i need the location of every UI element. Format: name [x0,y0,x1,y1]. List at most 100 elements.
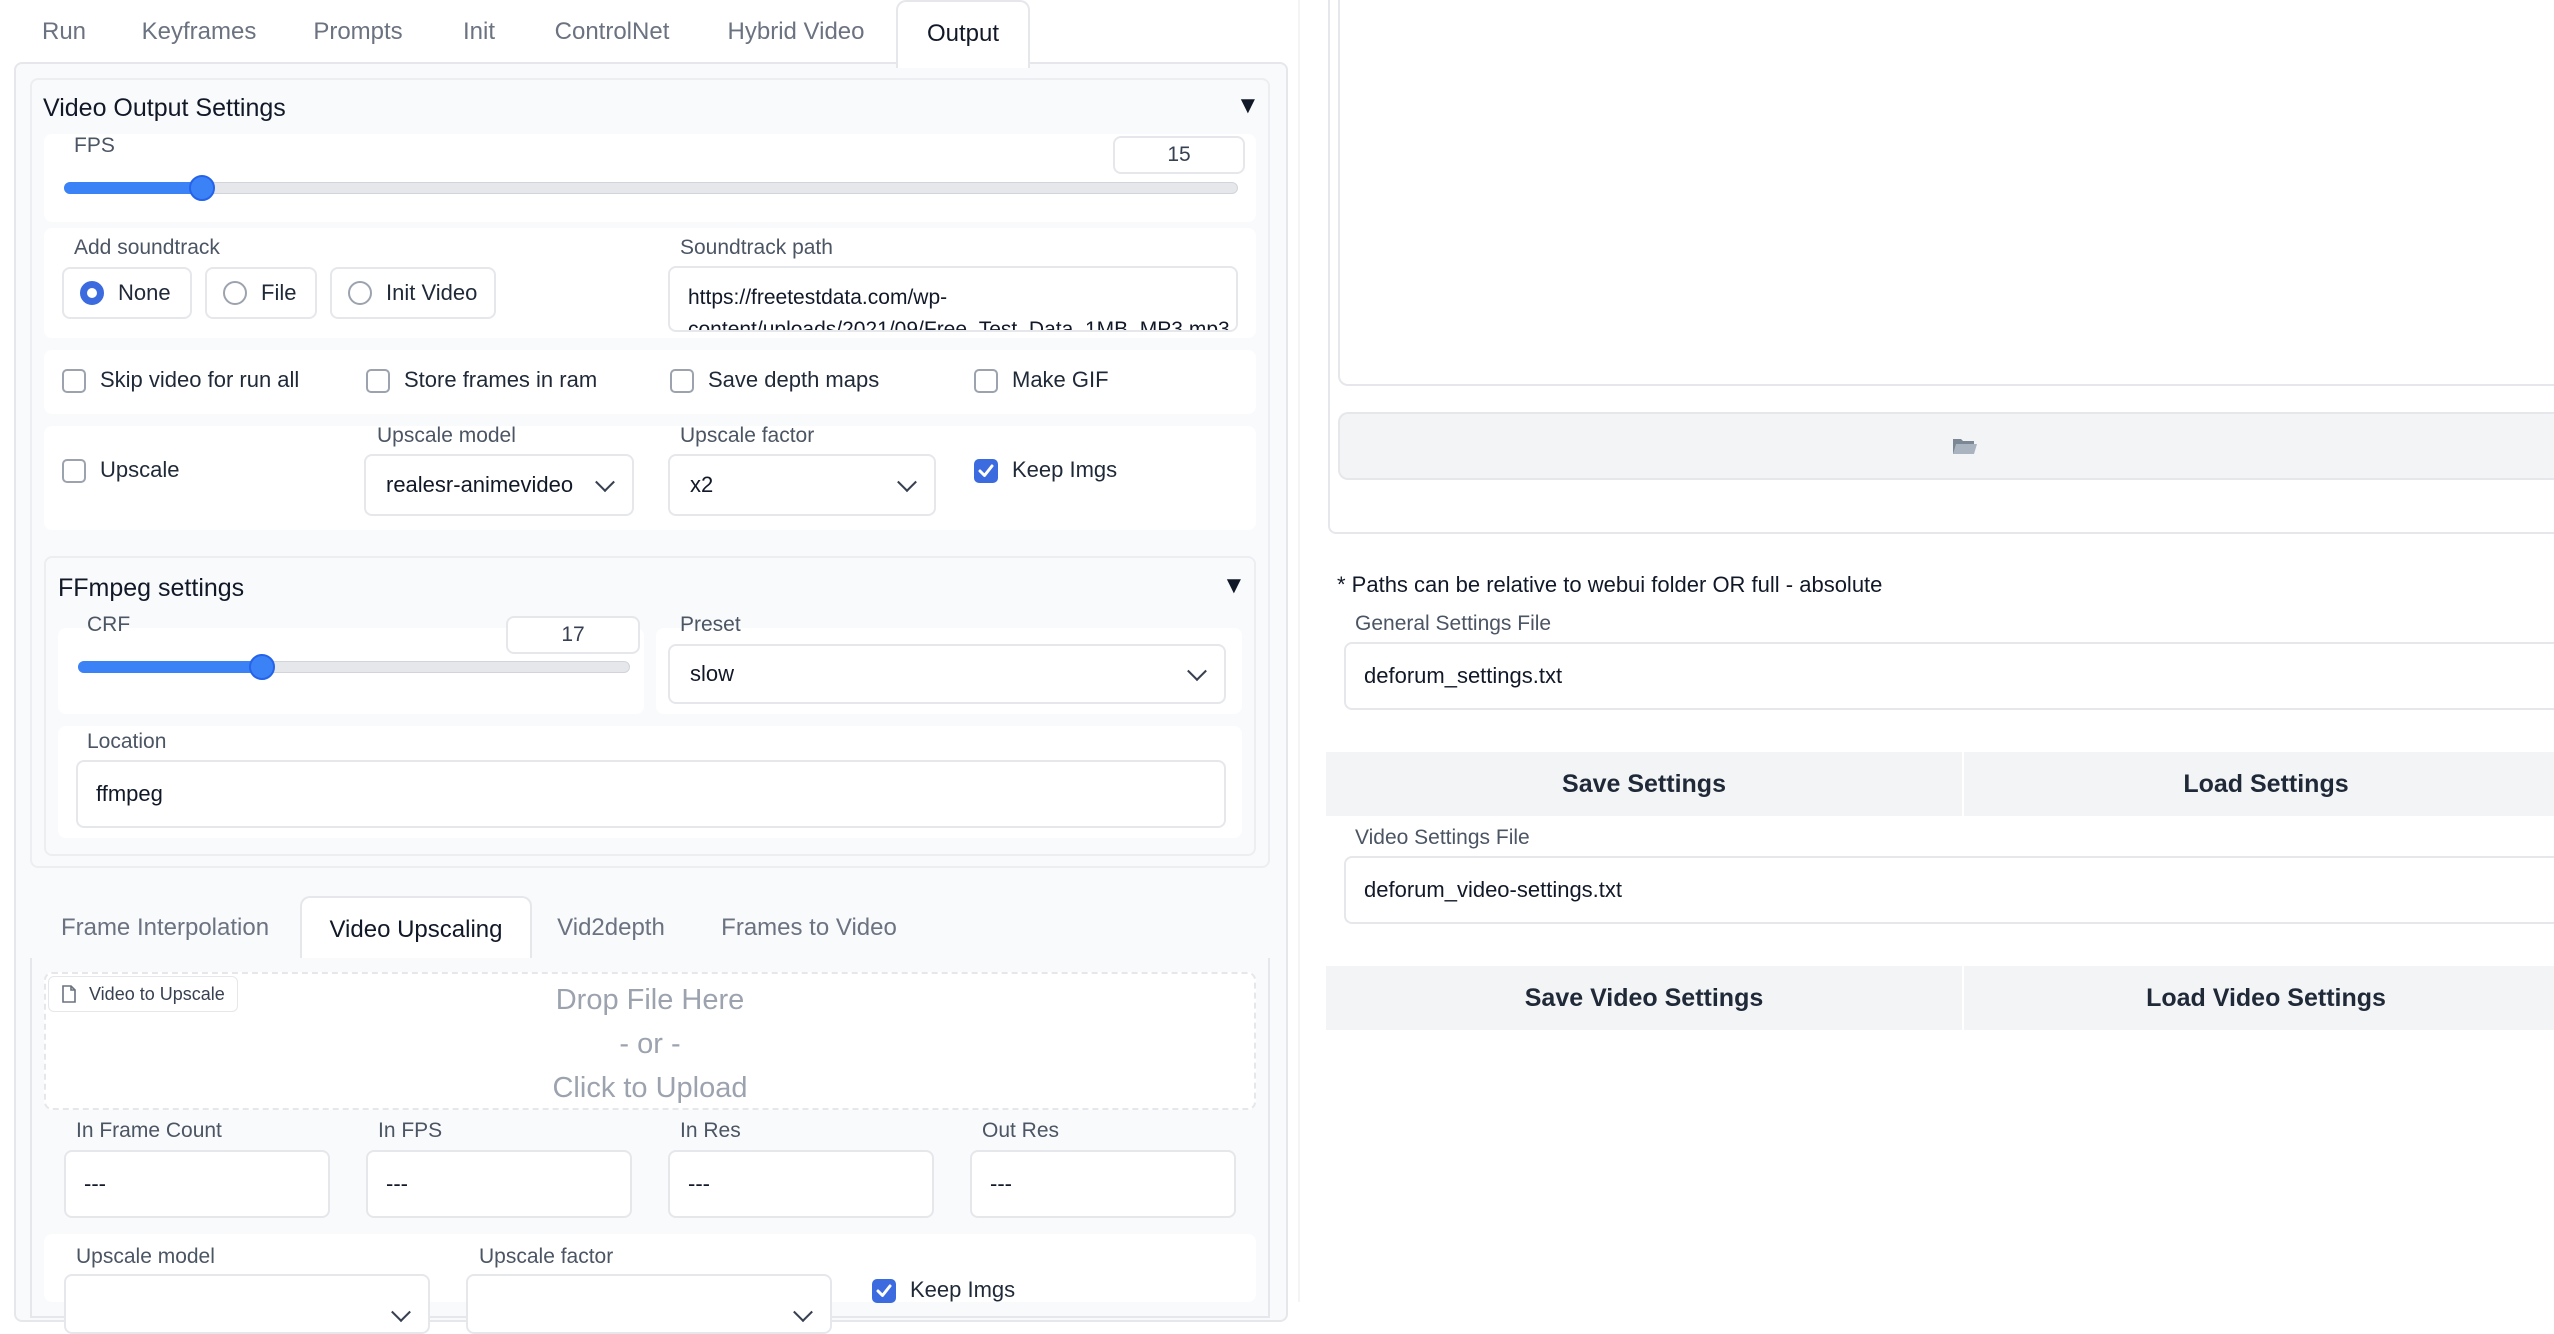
soundtrack-path-line1: https://freetestdata.com/wp- [688,286,948,309]
soundtrack-option-none[interactable]: None [62,267,192,319]
in-frame-count-label: In Frame Count [76,1119,222,1142]
check-icon [876,1284,892,1297]
fps-slider-thumb[interactable] [189,175,216,201]
radio-init-video-icon [348,281,372,305]
fps-card [44,134,1256,222]
tab-output[interactable]: Output [896,0,1030,68]
crf-number-input[interactable]: 17 [506,616,640,654]
save-settings-button[interactable]: Save Settings [1326,752,1962,816]
location-label: Location [87,730,167,753]
ffmpeg-settings-title: FFmpeg settings [58,574,245,602]
upscale-label: Upscale [100,457,180,482]
chevron-down-icon [897,472,917,493]
preset-select[interactable]: slow [668,644,1226,704]
fps-label: FPS [74,134,115,157]
upscale-model-label: Upscale model [377,424,516,447]
chevron-down-icon [595,472,615,493]
upscale-model-select[interactable]: realesr-animevideo [364,454,634,516]
video-output-settings-title: Video Output Settings [43,94,286,122]
general-settings-file-label: General Settings File [1355,612,1552,635]
upscale-factor-select[interactable]: x2 [668,454,936,516]
make-gif-label: Make GIF [1012,367,1109,392]
load-video-settings-button[interactable]: Load Video Settings [1962,966,2554,1030]
keep-imgs-label: Keep Imgs [1012,457,1118,482]
in-fps-field: --- [366,1150,632,1218]
skip-video-label: Skip video for run all [100,367,300,392]
save-depth-maps-label: Save depth maps [708,367,880,392]
tab-run[interactable]: Run [22,0,106,64]
soundtrack-option-init-video[interactable]: Init Video [330,267,496,319]
crf-label: CRF [87,613,131,636]
collapse-triangle-icon[interactable]: ▼ [1222,572,1246,600]
collapse-triangle-icon[interactable]: ▼ [1236,92,1260,120]
in-res-label: In Res [680,1119,741,1142]
tab-keyframes[interactable]: Keyframes [126,0,272,64]
preset-value: slow [690,661,735,686]
chevron-down-icon [391,1302,411,1323]
upscale-model-value: realesr-animevideo [386,472,574,497]
paths-note: * Paths can be relative to webui folder … [1337,572,1883,597]
tab-init[interactable]: Init [444,0,514,64]
bottom-keep-imgs-label: Keep Imgs [910,1277,1016,1302]
subtab-frames-to-video[interactable]: Frames to Video [706,896,912,960]
store-frames-label: Store frames in ram [404,367,598,392]
in-res-field: --- [668,1150,934,1218]
upscale-factor-label: Upscale factor [680,424,815,447]
keep-imgs-checkbox[interactable] [974,459,998,483]
soundtrack-path-label: Soundtrack path [680,236,833,259]
upscale-checkbox[interactable] [62,459,86,483]
radio-file-icon [223,281,247,305]
folder-icon [1953,439,1977,454]
column-divider [1298,0,1300,1302]
fps-slider-track[interactable] [64,182,1238,194]
radio-init-video-label: Init Video [386,280,478,305]
in-fps-label: In FPS [378,1119,443,1142]
load-settings-button[interactable]: Load Settings [1962,752,2554,816]
radio-none-label: None [118,280,171,305]
fps-slider-fill [64,182,203,194]
soundtrack-path-input[interactable]: https://freetestdata.com/wp- content/upl… [668,266,1238,332]
open-folder-button[interactable] [1338,412,2554,480]
output-gallery [1338,0,2554,386]
soundtrack-option-file[interactable]: File [205,267,317,319]
chevron-down-icon [793,1302,813,1323]
tab-hybrid-video[interactable]: Hybrid Video [710,0,882,64]
bottom-upscale-factor-label: Upscale factor [479,1245,614,1268]
chevron-down-icon [1187,661,1207,682]
tab-prompts[interactable]: Prompts [290,0,426,64]
subtab-frame-interpolation[interactable]: Frame Interpolation [40,896,290,960]
add-soundtrack-label: Add soundtrack [74,236,220,259]
bottom-upscale-model-select[interactable] [64,1274,430,1334]
bottom-upscale-factor-select[interactable] [466,1274,832,1334]
subtab-vid2depth[interactable]: Vid2depth [540,896,682,960]
upload-instructions: Drop File Here - or - Click to Upload [44,978,1256,1110]
radio-file-label: File [261,280,297,305]
out-res-field: --- [970,1150,1236,1218]
out-res-label: Out Res [982,1119,1060,1142]
location-input[interactable]: ffmpeg [76,760,1226,828]
soundtrack-path-line2: content/uploads/2021/09/Free_Test_Data_1… [688,318,1230,332]
upscale-factor-value: x2 [690,472,714,497]
crf-slider-thumb[interactable] [249,654,275,680]
check-icon [978,464,994,477]
tab-controlnet[interactable]: ControlNet [536,0,688,64]
subtab-video-upscaling[interactable]: Video Upscaling [300,896,532,962]
video-settings-file-input[interactable]: deforum_video-settings.txt [1344,856,2554,924]
fps-number-input[interactable]: 15 [1113,136,1245,174]
skip-video-checkbox[interactable] [62,369,86,393]
click-to-upload-text: Click to Upload [552,1072,748,1104]
bottom-keep-imgs-checkbox[interactable] [872,1279,896,1303]
preset-label: Preset [680,613,741,636]
radio-none-icon [80,281,104,305]
bottom-upscale-model-label: Upscale model [76,1245,215,1268]
general-settings-file-input[interactable]: deforum_settings.txt [1344,642,2554,710]
save-video-settings-button[interactable]: Save Video Settings [1326,966,1962,1030]
drop-file-text: Drop File Here [555,984,745,1016]
store-frames-checkbox[interactable] [366,369,390,393]
in-frame-count-field: --- [64,1150,330,1218]
save-depth-maps-checkbox[interactable] [670,369,694,393]
or-text: - or - [619,1028,681,1060]
video-settings-file-label: Video Settings File [1355,826,1530,849]
make-gif-checkbox[interactable] [974,369,998,393]
crf-slider-fill [78,661,262,673]
